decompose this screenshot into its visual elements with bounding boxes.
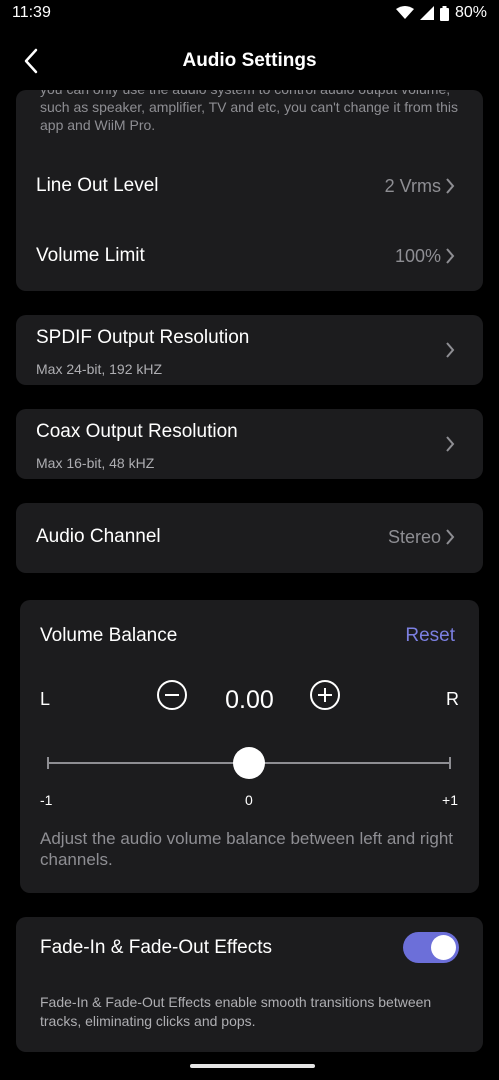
battery-icon xyxy=(439,5,449,21)
chevron-right-icon xyxy=(446,248,455,264)
page-title: Audio Settings xyxy=(182,50,317,71)
status-time: 11:39 xyxy=(12,4,51,21)
volume-balance-title: Volume Balance xyxy=(40,625,178,646)
audio-channel-value: Stereo xyxy=(387,527,441,547)
output-card: you can only use the audio system to con… xyxy=(16,90,483,291)
slider-tick-max xyxy=(449,757,451,769)
audio-channel-card[interactable]: Audio Channel Stereo xyxy=(16,503,483,573)
chevron-right-icon xyxy=(446,178,455,194)
volume-balance-description: Adjust the audio volume balance between … xyxy=(40,829,453,869)
fade-effects-title: Fade-In & Fade-Out Effects xyxy=(40,937,272,958)
volume-limit-row[interactable]: Volume Limit 100% xyxy=(16,222,483,291)
audio-channel-label: Audio Channel xyxy=(36,526,161,547)
spdif-output-card[interactable]: SPDIF Output Resolution Max 24-bit, 192 … xyxy=(16,315,483,385)
volume-limit-label: Volume Limit xyxy=(36,245,145,266)
volume-limit-value: 100% xyxy=(394,246,441,266)
chevron-right-icon xyxy=(446,436,455,452)
spdif-output-sub: Max 24-bit, 192 kHZ xyxy=(36,361,163,377)
toggle-knob xyxy=(431,935,456,960)
slider-max-label: +1 xyxy=(442,792,458,808)
coax-output-label: Coax Output Resolution xyxy=(36,421,238,442)
balance-value: 0.00 xyxy=(225,686,274,714)
increase-balance-button[interactable] xyxy=(310,680,340,710)
reset-button[interactable]: Reset xyxy=(405,625,455,647)
wifi-icon xyxy=(395,6,414,19)
status-icons: 80% xyxy=(395,4,487,22)
balance-slider-thumb[interactable] xyxy=(233,747,265,779)
line-out-level-label: Line Out Level xyxy=(36,175,159,196)
battery-percent: 80% xyxy=(454,4,487,21)
volume-control-note: you can only use the audio system to con… xyxy=(40,90,458,133)
line-out-level-row[interactable]: Line Out Level 2 Vrms xyxy=(16,152,483,222)
coax-output-card[interactable]: Coax Output Resolution Max 16-bit, 48 kH… xyxy=(16,409,483,479)
coax-output-sub: Max 16-bit, 48 kHZ xyxy=(36,455,155,471)
slider-tick-min xyxy=(47,757,49,769)
slider-mid-label: 0 xyxy=(245,792,253,808)
status-bar: 11:39 80% xyxy=(0,0,499,28)
slider-min-label: -1 xyxy=(40,792,53,808)
line-out-level-value: 2 Vrms xyxy=(384,176,441,196)
chevron-right-icon xyxy=(446,342,455,358)
fade-effects-toggle[interactable] xyxy=(403,932,459,963)
signal-icon xyxy=(419,6,434,20)
top-bar: Audio Settings xyxy=(0,36,499,86)
fade-effects-card: Fade-In & Fade-Out Effects Fade-In & Fad… xyxy=(16,917,483,1052)
chevron-right-icon xyxy=(446,529,455,545)
spdif-output-label: SPDIF Output Resolution xyxy=(36,327,250,348)
volume-balance-card: Volume Balance Reset L R 0.00 -1 0 +1 Ad… xyxy=(20,600,479,893)
home-indicator[interactable] xyxy=(190,1064,315,1068)
fade-effects-description: Fade-In & Fade-Out Effects enable smooth… xyxy=(40,994,432,1029)
